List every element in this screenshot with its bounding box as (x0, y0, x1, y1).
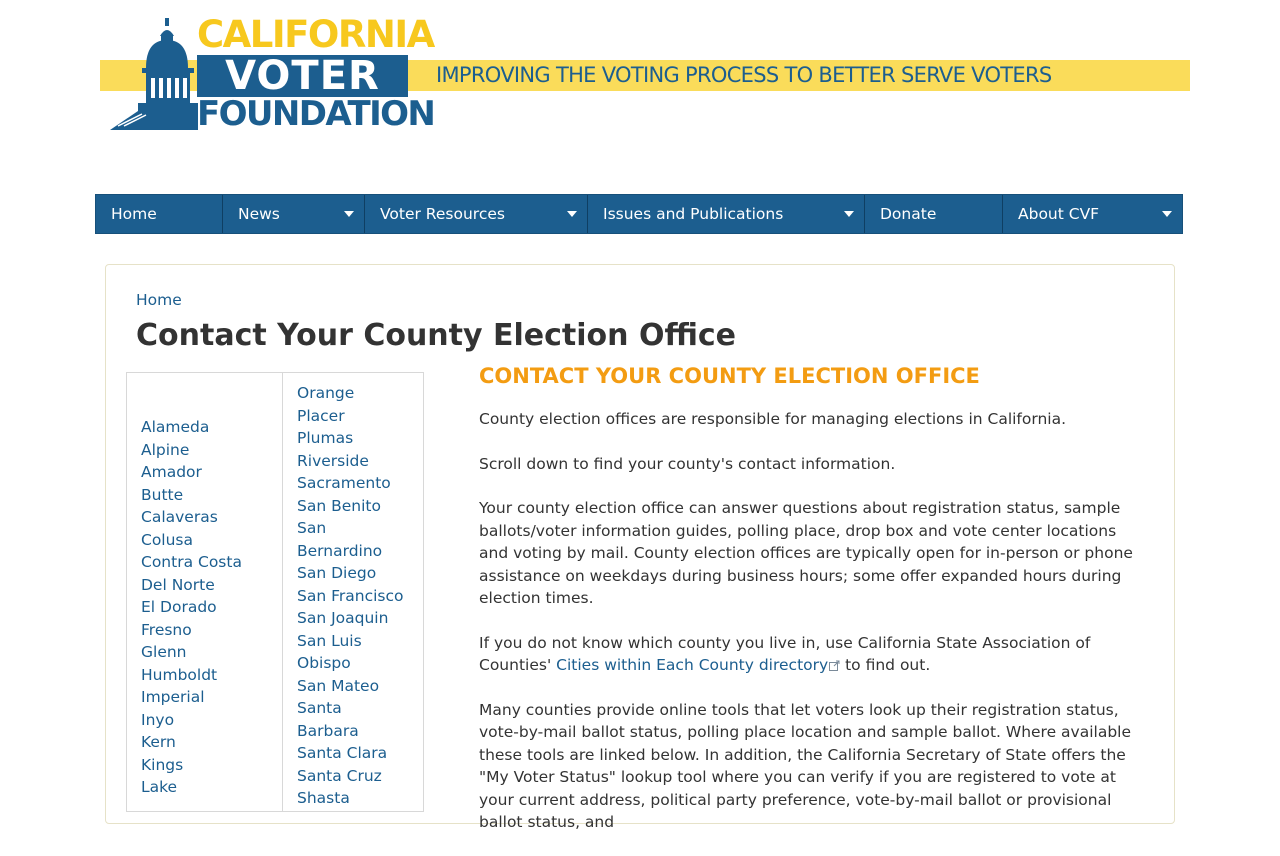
county-link[interactable]: Humboldt (141, 664, 281, 687)
county-link[interactable]: Santa (297, 697, 412, 720)
logo-text-california: CALIFORNIA (197, 13, 435, 56)
caret-down-icon[interactable] (1162, 211, 1172, 217)
caret-down-icon[interactable] (344, 211, 354, 217)
county-link[interactable]: Plumas (297, 427, 412, 450)
county-link[interactable]: Alpine (141, 439, 281, 462)
county-link[interactable]: Del Norte (141, 574, 281, 597)
county-link[interactable]: Shasta (297, 787, 412, 810)
external-link-icon (829, 660, 840, 671)
county-lookup-paragraph: If you do not know which county you live… (479, 632, 1149, 677)
county-link[interactable]: Butte (141, 484, 281, 507)
county-link[interactable]: Placer (297, 405, 412, 428)
nav-item-voter-resources[interactable]: Voter Resources (365, 195, 588, 233)
logo-text-foundation: FOUNDATION (197, 94, 436, 134)
county-link[interactable]: Santa Cruz (297, 765, 412, 788)
county-link[interactable]: Sacramento (297, 472, 412, 495)
county-list-column-a: Alameda Alpine Amador Butte Calaveras Co… (141, 416, 281, 799)
county-link[interactable]: Bernardino (297, 540, 412, 563)
logo-text-voter: VOTER (197, 55, 408, 97)
site-header: CALIFORNIA VOTER FOUNDATION IMPROVING TH… (0, 0, 1280, 180)
capitol-dome-icon[interactable] (108, 16, 198, 132)
county-lookup-text-end: to find out. (840, 656, 931, 674)
breadcrumb-home-link[interactable]: Home (136, 291, 182, 309)
cities-directory-link[interactable]: Cities within Each County directory (556, 656, 828, 674)
nav-item-news[interactable]: News (223, 195, 365, 233)
main-nav: Home News Voter Resources Issues and Pub… (95, 194, 1183, 234)
county-link[interactable]: Fresno (141, 619, 281, 642)
page-title: Contact Your County Election Office (136, 318, 737, 353)
online-tools-paragraph: Many counties provide online tools that … (479, 700, 1132, 832)
county-link[interactable]: Contra Costa (141, 551, 281, 574)
county-link[interactable]: Santa Clara (297, 742, 412, 765)
caret-down-icon[interactable] (567, 211, 577, 217)
county-link[interactable]: Riverside (297, 450, 412, 473)
county-link[interactable]: San Francisco (297, 585, 412, 608)
county-link[interactable]: Alameda (141, 416, 281, 439)
services-paragraph: Your county election office can answer q… (479, 499, 1133, 607)
county-link[interactable]: Inyo (141, 709, 281, 732)
site-tagline: IMPROVING THE VOTING PROCESS TO BETTER S… (436, 63, 1052, 87)
county-link[interactable]: San Luis (297, 630, 412, 653)
county-link[interactable]: Colusa (141, 529, 281, 552)
intro-paragraph: County election offices are responsible … (479, 410, 1067, 428)
main-content: CONTACT YOUR COUNTY ELECTION OFFICE Coun… (479, 362, 1149, 856)
county-link[interactable]: Imperial (141, 686, 281, 709)
breadcrumb: Home (136, 290, 182, 310)
caret-down-icon[interactable] (844, 211, 854, 217)
county-link[interactable]: Obispo (297, 652, 412, 675)
county-link[interactable]: Kern (141, 731, 281, 754)
nav-label: Home (111, 205, 157, 223)
county-link[interactable]: San (297, 517, 412, 540)
county-link[interactable]: Lake (141, 776, 281, 799)
county-link[interactable]: Kings (141, 754, 281, 777)
county-link[interactable]: Calaveras (141, 506, 281, 529)
nav-item-about-cvf[interactable]: About CVF (1003, 195, 1182, 233)
county-link[interactable]: Orange (297, 382, 412, 405)
nav-item-issues-publications[interactable]: Issues and Publications (588, 195, 865, 233)
county-link[interactable]: San Benito (297, 495, 412, 518)
county-list-divider (282, 372, 283, 812)
nav-label: Voter Resources (380, 205, 505, 223)
section-heading: CONTACT YOUR COUNTY ELECTION OFFICE (479, 364, 980, 388)
nav-label: Issues and Publications (603, 205, 784, 223)
nav-item-home[interactable]: Home (96, 195, 223, 233)
county-link[interactable]: San Diego (297, 562, 412, 585)
nav-item-donate[interactable]: Donate (865, 195, 1003, 233)
nav-label: News (238, 205, 280, 223)
county-link[interactable]: San Mateo (297, 675, 412, 698)
county-link[interactable]: El Dorado (141, 596, 281, 619)
county-link[interactable]: San Joaquin (297, 607, 412, 630)
nav-label: About CVF (1018, 205, 1100, 223)
county-link[interactable]: Glenn (141, 641, 281, 664)
county-link[interactable]: Barbara (297, 720, 412, 743)
scroll-paragraph: Scroll down to find your county's contac… (479, 454, 896, 473)
nav-label: Donate (880, 205, 937, 223)
county-link[interactable]: Amador (141, 461, 281, 484)
county-list-column-b: Orange Placer Plumas Riverside Sacrament… (297, 382, 412, 810)
